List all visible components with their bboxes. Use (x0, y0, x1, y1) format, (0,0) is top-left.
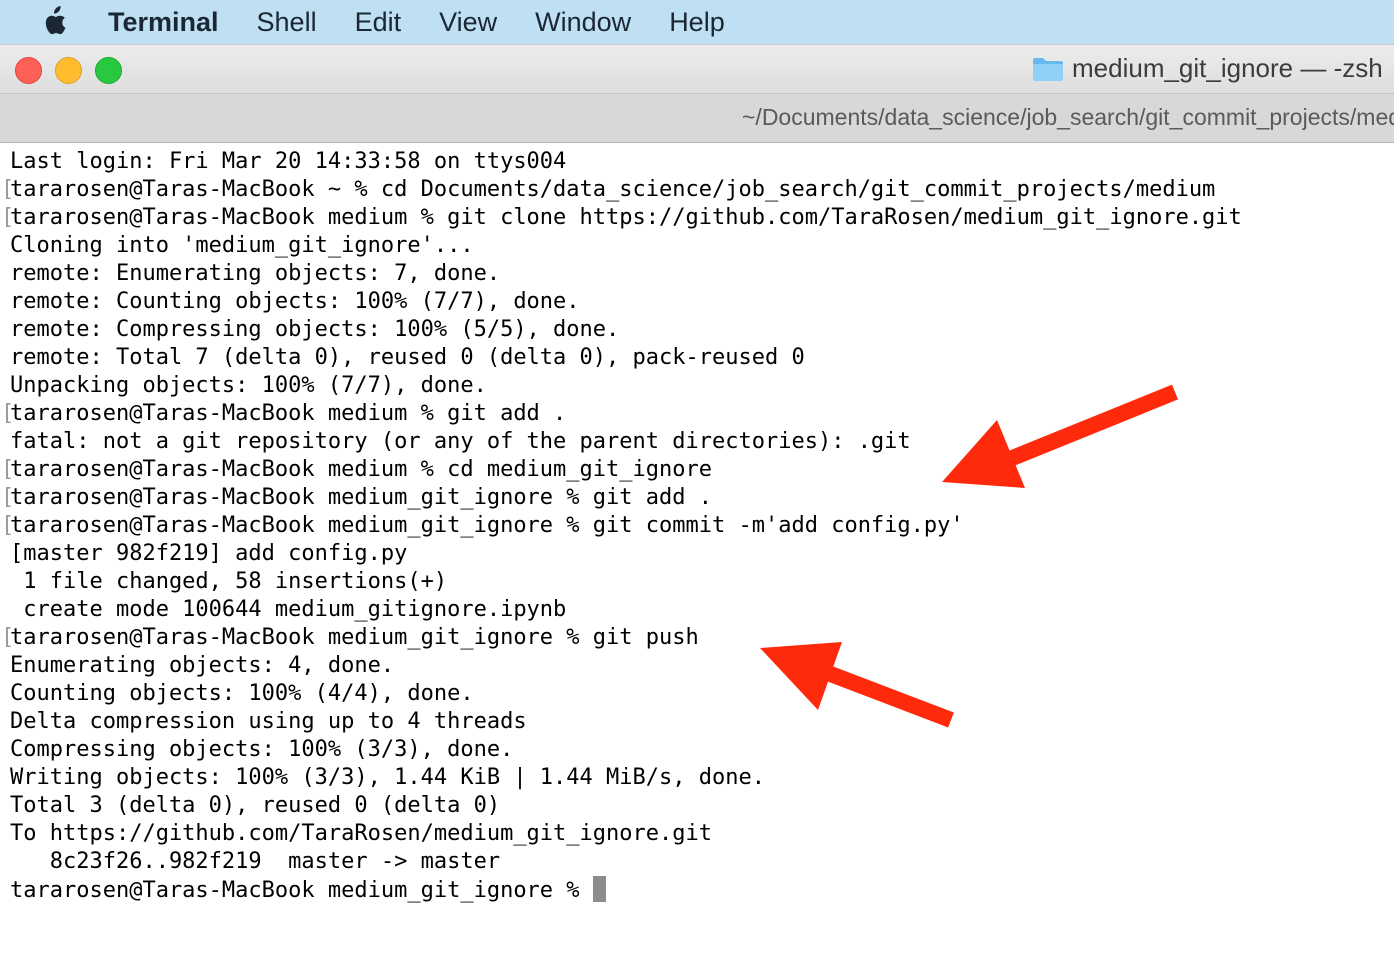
terminal-prompt-line[interactable]: tararosen@Taras-MacBook medium_git_ignor… (10, 876, 606, 904)
terminal-line: tararosen@Taras-MacBook medium % git add… (10, 401, 567, 426)
minimize-button[interactable] (55, 57, 82, 84)
close-button[interactable] (15, 57, 42, 84)
menu-help[interactable]: Help (669, 7, 725, 38)
menu-view[interactable]: View (439, 7, 497, 38)
terminal-line: tararosen@Taras-MacBook medium_git_ignor… (10, 513, 964, 538)
terminal-line: Counting objects: 100% (4/4), done. (10, 681, 474, 706)
path-bar: ~/Documents/data_science/job_search/git_… (0, 93, 1394, 143)
terminal-line: Enumerating objects: 4, done. (10, 653, 395, 678)
terminal-line: remote: Compressing objects: 100% (5/5),… (10, 317, 620, 342)
terminal-line: Last login: Fri Mar 20 14:33:58 on ttys0… (10, 149, 567, 174)
window-title-text: medium_git_ignore — -zsh (1072, 53, 1383, 83)
text-cursor (592, 876, 606, 902)
terminal-line: remote: Total 7 (delta 0), reused 0 (del… (10, 345, 805, 370)
terminal-line: [master 982f219] add config.py (10, 541, 408, 566)
terminal-line: 1 file changed, 58 insertions(+) (10, 569, 448, 594)
folder-icon (1033, 57, 1063, 81)
terminal-line: Cloning into 'medium_git_ignore'... (10, 233, 474, 258)
terminal-window: medium_git_ignore — -zsh ~/Documents/dat… (0, 44, 1394, 976)
terminal-line: create mode 100644 medium_gitignore.ipyn… (10, 597, 567, 622)
terminal-line: fatal: not a git repository (or any of t… (10, 429, 911, 454)
terminal-line: tararosen@Taras-MacBook medium % cd medi… (10, 457, 712, 482)
menu-terminal[interactable]: Terminal (108, 7, 219, 38)
maximize-button[interactable] (95, 57, 122, 84)
terminal-line: Unpacking objects: 100% (7/7), done. (10, 373, 487, 398)
terminal-line: tararosen@Taras-MacBook medium % git clo… (10, 205, 1242, 230)
menu-bar: Terminal Shell Edit View Window Help (0, 0, 1394, 44)
apple-icon[interactable] (40, 5, 70, 39)
terminal-line: Total 3 (delta 0), reused 0 (delta 0) (10, 793, 501, 818)
path-text: ~/Documents/data_science/job_search/git_… (742, 104, 1394, 130)
menu-edit[interactable]: Edit (355, 7, 402, 38)
terminal-line: To https://github.com/TaraRosen/medium_g… (10, 821, 712, 846)
terminal-line: 8c23f26..982f219 master -> master (10, 849, 501, 874)
terminal-line: Delta compression using up to 4 threads (10, 709, 527, 734)
terminal-output[interactable]: Last login: Fri Mar 20 14:33:58 on ttys0… (0, 144, 1394, 976)
prompt-text: tararosen@Taras-MacBook medium_git_ignor… (10, 878, 593, 903)
window-title: medium_git_ignore — -zsh (1032, 53, 1383, 84)
title-bar[interactable]: medium_git_ignore — -zsh (0, 44, 1394, 93)
menu-shell[interactable]: Shell (257, 7, 317, 38)
menu-window[interactable]: Window (535, 7, 631, 38)
terminal-line: tararosen@Taras-MacBook ~ % cd Documents… (10, 177, 1216, 202)
terminal-line: Writing objects: 100% (3/3), 1.44 KiB | … (10, 765, 765, 790)
terminal-line: remote: Counting objects: 100% (7/7), do… (10, 289, 580, 314)
terminal-line: remote: Enumerating objects: 7, done. (10, 261, 501, 286)
terminal-line: Compressing objects: 100% (3/3), done. (10, 737, 514, 762)
terminal-line: tararosen@Taras-MacBook medium_git_ignor… (10, 625, 699, 650)
terminal-line: tararosen@Taras-MacBook medium_git_ignor… (10, 485, 712, 510)
